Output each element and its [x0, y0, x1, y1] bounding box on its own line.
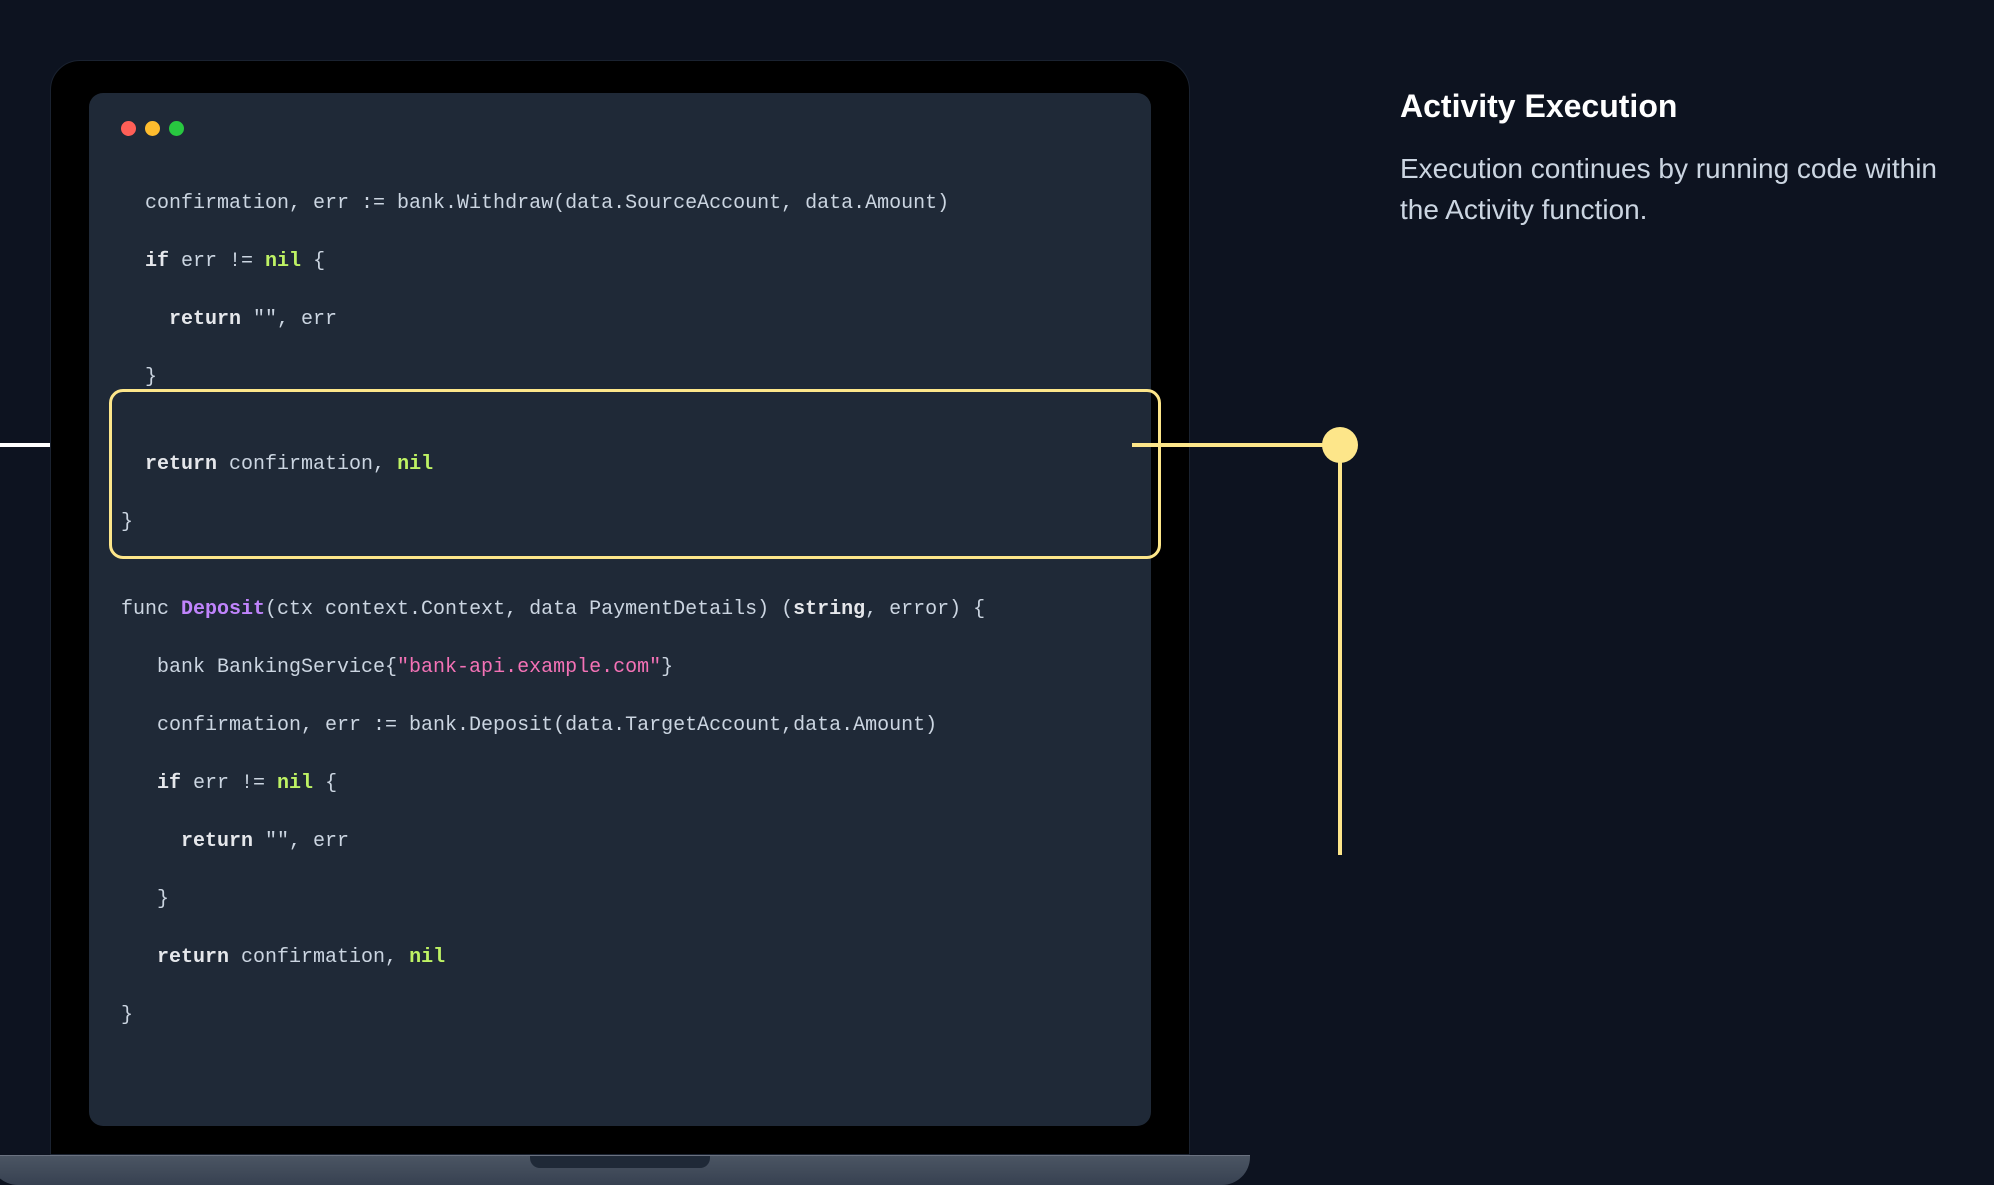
close-icon	[121, 121, 136, 136]
code-block: confirmation, err := bank.Withdraw(data.…	[121, 160, 1119, 1088]
code-editor-window: confirmation, err := bank.Withdraw(data.…	[89, 93, 1151, 1126]
laptop-base	[0, 1155, 1250, 1185]
code-line: return confirmation, nil	[121, 943, 1119, 972]
connector-vertical	[1338, 445, 1342, 855]
code-line: return "", err	[121, 827, 1119, 856]
laptop-frame: confirmation, err := bank.Withdraw(data.…	[50, 60, 1190, 1185]
code-line: bank BankingService{"bank-api.example.co…	[121, 653, 1119, 682]
code-line: }	[121, 508, 1119, 537]
minimize-icon	[145, 121, 160, 136]
code-line: confirmation, err := bank.Deposit(data.T…	[121, 711, 1119, 740]
laptop-notch	[530, 1156, 710, 1168]
code-line: }	[121, 363, 1119, 392]
description-body: Execution continues by running code with…	[1400, 149, 1940, 230]
code-line: return "", err	[121, 305, 1119, 334]
code-line: if err != nil {	[121, 769, 1119, 798]
code-line: }	[121, 885, 1119, 914]
code-line: if err != nil {	[121, 247, 1119, 276]
maximize-icon	[169, 121, 184, 136]
code-line: func Deposit(ctx context.Context, data P…	[121, 595, 1119, 624]
window-controls	[121, 121, 1119, 136]
description-title: Activity Execution	[1400, 88, 1940, 125]
description-panel: Activity Execution Execution continues b…	[1400, 88, 1940, 230]
code-line: confirmation, err := bank.Withdraw(data.…	[121, 189, 1119, 218]
connector-horizontal	[1132, 443, 1342, 447]
code-line: return confirmation, nil	[121, 450, 1119, 479]
screen-bezel: confirmation, err := bank.Withdraw(data.…	[50, 60, 1190, 1155]
code-line: }	[121, 1001, 1119, 1030]
